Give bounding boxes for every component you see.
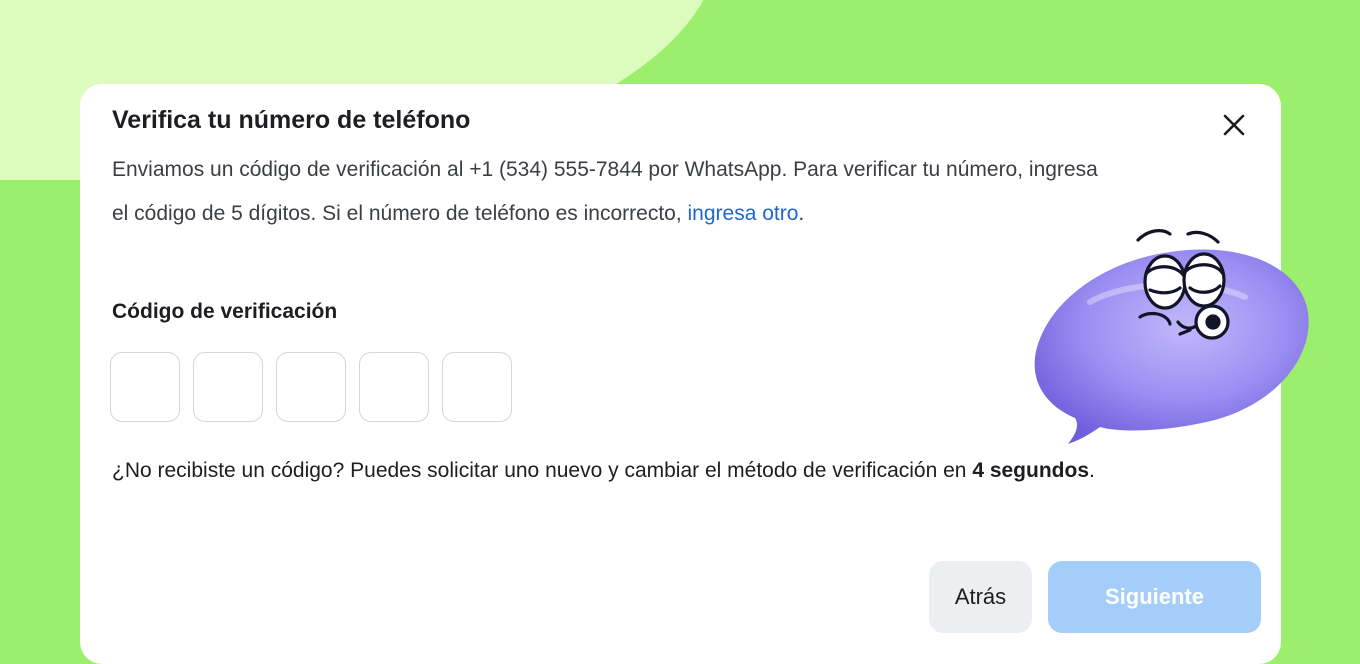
close-icon — [1223, 114, 1245, 136]
code-digit-5[interactable] — [442, 352, 512, 422]
code-digit-3[interactable] — [276, 352, 346, 422]
description-end: . — [798, 202, 805, 225]
next-button[interactable]: Siguiente — [1048, 561, 1261, 633]
close-button[interactable] — [1217, 108, 1251, 142]
resend-text: ¿No recibiste un código? Puedes solicita… — [112, 459, 973, 482]
dialog-title: Verifica tu número de teléfono — [112, 106, 471, 134]
code-digit-1[interactable] — [110, 352, 180, 422]
resend-countdown: 4 segundos — [972, 459, 1090, 482]
resend-message: ¿No recibiste un código? Puedes solicita… — [112, 450, 1272, 492]
speech-bubble-character-icon — [1034, 229, 1309, 444]
dialog-description: Enviamos un código de verificación al +1… — [112, 148, 1112, 236]
code-label: Código de verificación — [112, 300, 338, 323]
enter-another-number-link[interactable]: ingresa otro — [688, 202, 799, 225]
code-digit-2[interactable] — [193, 352, 263, 422]
resend-text-end: . — [1089, 459, 1095, 482]
back-button[interactable]: Atrás — [929, 561, 1032, 633]
description-text: Enviamos un código de verificación al +1… — [112, 158, 1098, 225]
code-input-group — [110, 352, 512, 422]
code-digit-4[interactable] — [359, 352, 429, 422]
